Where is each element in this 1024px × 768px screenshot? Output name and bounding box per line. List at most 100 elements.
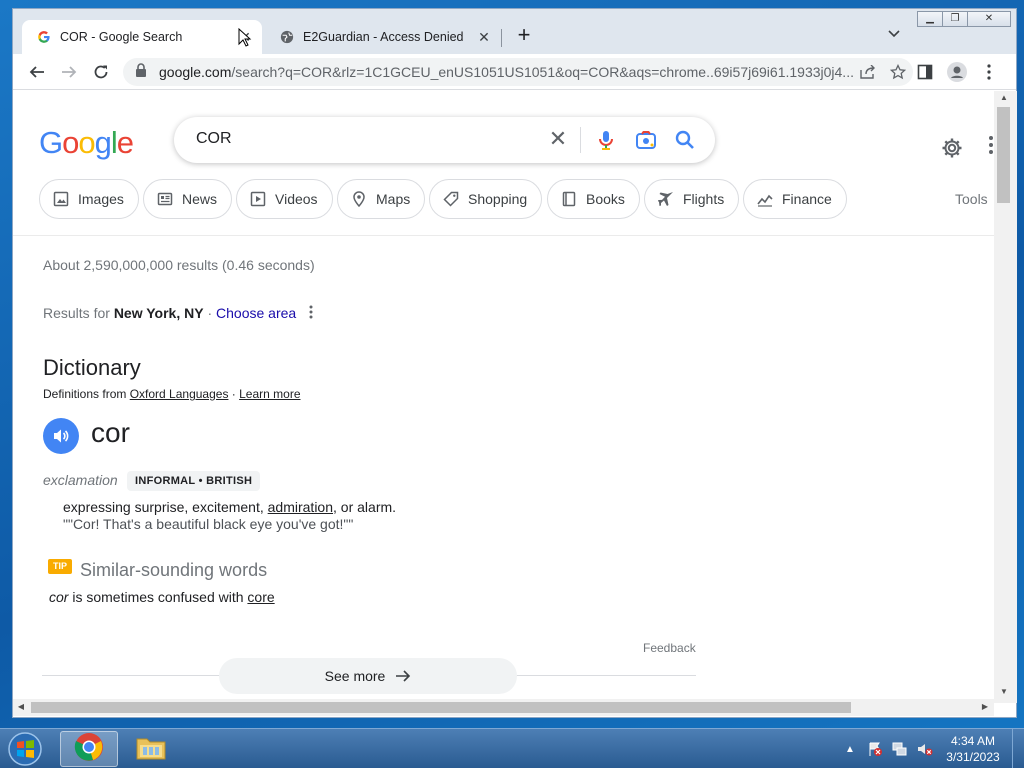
tab-e2guardian[interactable]: E2Guardian - Access Denied ✕ [265,20,501,54]
show-desktop-button[interactable] [1012,729,1024,768]
scroll-right-arrow-icon[interactable]: ▶ [979,702,991,714]
lock-icon[interactable] [135,62,149,82]
scroll-left-arrow-icon[interactable]: ◀ [15,702,27,714]
scroll-up-arrow-icon[interactable]: ▲ [998,93,1010,105]
video-play-icon [249,190,267,208]
vertical-scroll-thumb[interactable] [997,107,1010,203]
tools-button[interactable]: Tools [955,191,988,207]
oxford-languages-link[interactable]: Oxford Languages [130,387,229,401]
bookmark-star-icon[interactable] [883,58,913,86]
chip-news[interactable]: News [143,179,233,219]
maximize-button[interactable]: ❐ [942,11,968,27]
microphone-icon[interactable] [594,128,618,152]
share-icon[interactable] [853,58,883,86]
browser-toolbar: google.com/search?q=COR&rlz=1C1GCEU_enUS… [13,54,1016,90]
side-panel-icon[interactable] [913,60,937,84]
header-divider [13,235,994,236]
address-bar[interactable]: google.com/search?q=COR&rlz=1C1GCEU_enUS… [123,58,913,86]
clock-time: 4:34 AM [950,734,996,748]
usage-tag: INFORMAL • BRITISH [127,471,261,491]
location-name: New York, NY [113,305,204,321]
chip-flights[interactable]: Flights [644,179,740,219]
search-icon[interactable] [673,128,697,152]
new-tab-button[interactable]: + [513,24,535,47]
similar-words-text: cor is sometimes confused with core [49,589,275,605]
chip-videos[interactable]: Videos [236,179,333,219]
similar-words-heading: Similar-sounding words [80,560,268,580]
reload-button[interactable] [89,60,113,84]
tab-google-search[interactable]: COR - Google Search ✕ [22,20,262,54]
scroll-down-arrow-icon[interactable]: ▼ [998,687,1010,699]
core-link[interactable]: core [247,589,274,605]
result-stats: About 2,590,000,000 results (0.46 second… [43,257,315,273]
google-logo[interactable]: Google [39,125,134,161]
globe-icon [279,29,295,45]
location-line: Results for New York, NY · Choose area [43,305,297,321]
volume-muted-icon[interactable] [915,739,935,759]
horizontal-scrollbar[interactable]: ◀ ▶ [13,699,994,716]
search-box[interactable]: COR ✕ [174,117,715,163]
location-more-icon[interactable] [309,305,317,321]
google-lens-icon[interactable] [634,128,658,152]
clock-date: 3/31/2023 [946,750,1000,764]
chrome-window: COR - Google Search ✕ E2Guardian - Acces… [12,8,1017,718]
clear-icon[interactable]: ✕ [546,127,570,151]
map-pin-icon [350,190,368,208]
chip-finance[interactable]: Finance [743,179,847,219]
example-sentence: ""Cor! That's a beautiful black eye you'… [63,516,354,532]
search-input[interactable]: COR [196,130,232,148]
feedback-link[interactable]: Feedback [643,641,696,655]
see-more-button[interactable]: See more [219,658,517,694]
tab-strip: COR - Google Search ✕ E2Guardian - Acces… [13,9,1016,54]
tab-title: E2Guardian - Access Denied [303,30,464,44]
chip-maps[interactable]: Maps [337,179,426,219]
gear-icon[interactable] [940,136,964,160]
finance-chart-icon [756,190,774,208]
show-hidden-icons-icon[interactable]: ▲ [840,739,860,759]
kebab-menu-icon[interactable] [977,60,1001,84]
horizontal-scroll-thumb[interactable] [31,702,851,713]
learn-more-link[interactable]: Learn more [239,387,300,401]
tab-divider [501,29,502,47]
page-content: Google COR ✕ Images News Videos Maps Sho… [13,91,994,699]
back-button[interactable] [25,60,49,84]
google-favicon-icon [36,29,52,45]
taskbar-clock[interactable]: 4:34 AM 3/31/2023 [940,733,1006,765]
news-icon [156,190,174,208]
profile-avatar-icon[interactable] [945,60,969,84]
book-icon [560,190,578,208]
forward-button[interactable] [57,60,81,84]
price-tag-icon [442,190,460,208]
system-tray: ▲ [840,735,940,763]
chip-books[interactable]: Books [547,179,640,219]
tab-title: COR - Google Search [60,30,183,44]
chrome-icon [74,732,104,767]
image-icon [52,190,70,208]
choose-area-link[interactable]: Choose area [216,305,296,321]
mouse-cursor-icon [238,27,252,48]
speaker-icon[interactable] [43,418,79,454]
arrow-right-icon [395,669,411,683]
tip-badge: TIP [48,559,72,574]
tab-close-icon[interactable]: ✕ [475,28,493,46]
admiration-link[interactable]: admiration [268,499,333,515]
definition: expressing surprise, excitement, admirat… [63,499,397,515]
tab-search-chevron-icon[interactable] [885,27,903,45]
taskbar-explorer-button[interactable] [122,731,180,767]
action-center-flag-icon[interactable] [865,739,885,759]
chip-shopping[interactable]: Shopping [429,179,543,219]
chip-images[interactable]: Images [39,179,139,219]
folder-icon [135,733,167,766]
dictionary-word: cor [91,417,130,448]
network-icon[interactable] [890,739,910,759]
dictionary-heading: Dictionary [43,355,141,380]
url-text[interactable]: google.com/search?q=COR&rlz=1C1GCEU_enUS… [159,64,853,80]
vertical-scrollbar[interactable]: ▲ ▼ [994,91,1017,703]
minimize-button[interactable]: ▁ [917,11,943,27]
close-window-button[interactable]: ✕ [967,11,1011,27]
search-divider [580,127,581,153]
part-of-speech: exclamation [43,472,118,488]
taskbar-chrome-button[interactable] [60,731,118,767]
start-button[interactable] [5,730,45,768]
airplane-icon [657,190,675,208]
